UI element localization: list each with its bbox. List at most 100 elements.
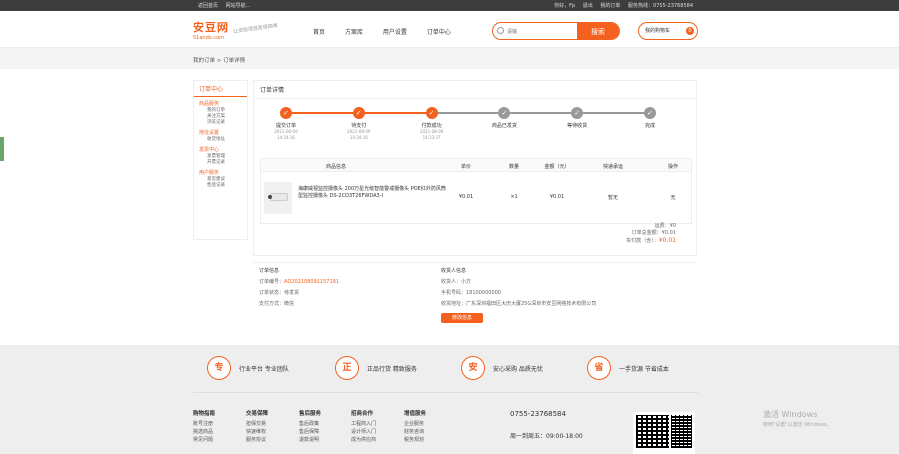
step-label: 提交订单: [275, 123, 296, 129]
sidebar-title: 订单中心: [194, 81, 247, 97]
top-bar: 返回首页 网站导航... 你好，Fp 退出 我的订单 服务热线：0755-237…: [0, 0, 899, 11]
badge-char: 安: [461, 356, 485, 380]
footer-link[interactable]: 税务规划: [404, 436, 426, 444]
footer-link[interactable]: 财务咨询: [404, 428, 426, 436]
qr-code-image: [633, 412, 695, 454]
footer-link[interactable]: 挑选商品: [193, 428, 215, 436]
check-icon: ✓: [280, 107, 292, 119]
greeting: 你好，Fp: [554, 3, 576, 9]
search-button[interactable]: 搜索: [577, 23, 619, 39]
search-input[interactable]: [507, 26, 577, 37]
edit-info-button[interactable]: 修改信息: [441, 313, 483, 323]
sidebar-group-goods: 商品服务: [199, 101, 220, 107]
sidebar-item-aftersale[interactable]: 售后记录: [207, 183, 242, 189]
product-action: 无: [670, 195, 676, 201]
step-label: 待支付: [351, 123, 367, 129]
cart-button[interactable]: 我的购物车 0: [638, 22, 698, 40]
my-orders-link[interactable]: 我的订单: [600, 3, 620, 9]
footer-link[interactable]: 服务协议: [246, 436, 268, 444]
footer-link[interactable]: 售后保障: [299, 428, 321, 436]
receiver-phone: 手机号码：18100000000: [441, 290, 501, 296]
check-icon: ✓: [498, 107, 511, 119]
product-carrier: 暂无: [607, 195, 618, 201]
logo-slogan: 让安防项目变得简单: [232, 22, 279, 36]
footer-col-guide: 购物指南 账号注册 挑选商品 常见问题: [193, 410, 215, 444]
product-name[interactable]: 海康威视监控摄像头 200万星光级智能警戒摄像头 POE红外防风筒型监控摄像头 …: [298, 186, 448, 200]
windows-activation-watermark: 激活 Windows 转到"设置"以激活 Windows。: [763, 409, 832, 428]
total-amount: ¥0.01: [661, 230, 676, 236]
product-image[interactable]: [264, 182, 292, 214]
left-edge-tab[interactable]: [0, 137, 4, 161]
footer: 专 行业平台 专业团队 正 正品行货 精致服务 安 安心采购 品质无忧 省 一手…: [0, 345, 899, 454]
check-icon: ✓: [571, 107, 584, 119]
shipping-fee: 运费：¥0: [654, 223, 676, 229]
breadcrumb-band: [0, 47, 899, 69]
progress-step: ✓ 待支付 2021-08-09 14:34:16: [329, 107, 389, 141]
receiver-title: 收货人信息: [441, 268, 467, 274]
camera-icon: [268, 193, 288, 201]
badge-char: 正: [335, 356, 359, 380]
col-product: 商品信息: [325, 164, 346, 170]
progress-step: ✓ 提交订单 2021-08-09 14:34:16: [256, 107, 316, 141]
footer-col-title: 购物指南: [193, 411, 216, 417]
paid-amount: ¥0.01: [658, 237, 676, 244]
step-time: 14:33:37: [422, 135, 441, 140]
product-qty: ×1: [510, 194, 518, 200]
qr-code-icon-2: [671, 415, 692, 448]
logo[interactable]: 安豆网 51ando.com 让安防项目变得简单: [193, 19, 278, 41]
logout-link[interactable]: 退出: [583, 3, 593, 9]
col-amount: 金额（元）: [544, 164, 570, 170]
search-box: 搜索: [492, 22, 620, 40]
badge-text: 行业平台 专业团队: [239, 366, 289, 373]
footer-link[interactable]: 账号注册: [193, 420, 215, 428]
footer-col-title: 招商合作: [351, 411, 374, 417]
step-label: 等待收货: [567, 123, 588, 129]
nav-order-center[interactable]: 订单中心: [427, 29, 451, 36]
sidebar-group-address: 地址设置: [199, 130, 220, 136]
step-label: 商品已发货: [491, 123, 517, 129]
hotline: 服务热线：0755-23768584: [628, 3, 693, 9]
watermark-line2: 转到"设置"以激活 Windows。: [763, 422, 832, 428]
watermark-line1: 激活 Windows: [763, 410, 818, 419]
qr-code-icon: [636, 415, 669, 448]
product-amount: ¥0.01: [549, 194, 565, 200]
footer-link[interactable]: 常见问题: [193, 436, 215, 444]
check-icon: ✓: [425, 107, 438, 119]
footer-link[interactable]: 退款说明: [299, 436, 321, 444]
col-action: 操作: [667, 164, 678, 170]
footer-link[interactable]: 成为供应商: [351, 436, 376, 444]
nav-user-settings[interactable]: 用户设置: [383, 29, 407, 36]
footer-link[interactable]: 担保交易: [246, 420, 268, 428]
footer-col-aftersale: 售后服务 售后政策 售后保障 退款说明: [299, 410, 321, 444]
main-nav: 首页 方案库 用户设置 订单中心: [313, 27, 469, 36]
footer-link[interactable]: 售后政策: [299, 420, 321, 428]
footer-col-title: 交易保障: [246, 411, 269, 417]
footer-divider: [193, 392, 698, 393]
product-price: ¥0.01: [458, 194, 474, 200]
logo-domain: 51ando.com: [193, 35, 225, 41]
order-status: 订单状态：待发货: [259, 290, 300, 296]
col-price: 单价: [460, 164, 471, 170]
step-label: 完成: [644, 123, 655, 129]
footer-link[interactable]: 设计师入门: [351, 428, 376, 436]
footer-link[interactable]: 工程商入门: [351, 420, 376, 428]
receiver-address: 收货地址：广东深圳福田区大庆大厦25G深圳市安豆网络技术有限公司: [441, 301, 597, 307]
header: 安豆网 51ando.com 让安防项目变得简单 首页 方案库 用户设置 订单中…: [0, 11, 899, 47]
nav-home[interactable]: 首页: [313, 29, 325, 36]
footer-link[interactable]: 企业服务: [404, 420, 426, 428]
progress-step: ✓ 付款成功 2021-08-09 14:33:37: [402, 107, 462, 141]
nav-solutions[interactable]: 方案库: [345, 29, 363, 36]
order-table: 商品信息 单价 数量 金额（元） 快递承运 操作 海康威视监控摄像头 200万星…: [260, 158, 692, 224]
search-icon: [497, 27, 504, 34]
site-nav-link[interactable]: 网站导航...: [226, 3, 251, 9]
col-qty: 数量: [508, 164, 519, 170]
home-link[interactable]: 返回首页: [198, 3, 218, 9]
footer-link[interactable]: 快速维权: [246, 428, 268, 436]
order-info: 订单信息 订单编号：AD202108091157191 订单状态：待发货 支付方…: [259, 266, 339, 310]
footer-col-business: 招商合作 工程商入门 设计师入门 成为供应商: [351, 410, 376, 444]
order-info-section: 订单信息 订单编号：AD202108091157191 订单状态：待发货 支付方…: [253, 262, 697, 324]
cart-count-badge: 0: [686, 27, 694, 35]
order-no: AD202108091157191: [284, 279, 340, 285]
footer-hours: 周一到周五：09:00-18:00: [510, 433, 583, 440]
badge-text: 安心采购 品质无忧: [493, 366, 543, 373]
